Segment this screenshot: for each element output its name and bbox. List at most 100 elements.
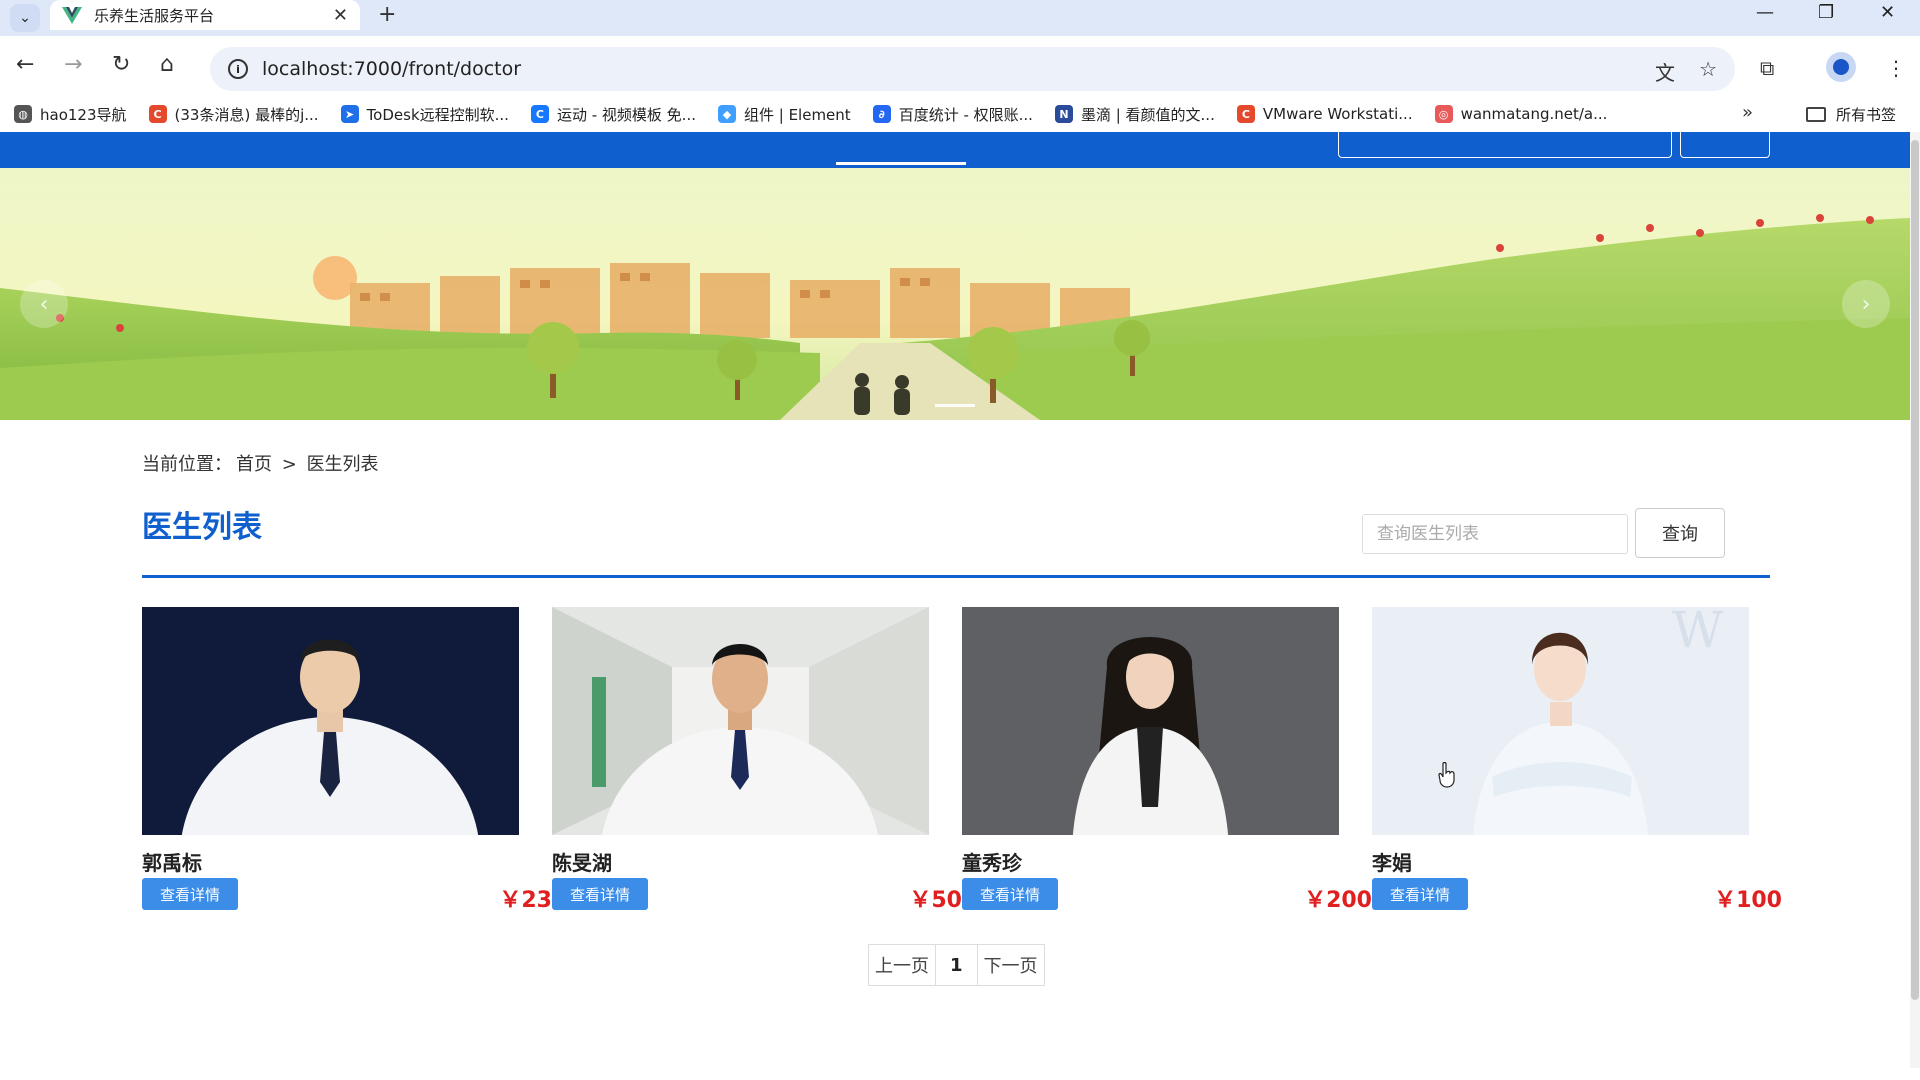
bookmark-item[interactable]: C (33条消息) 最棒的j... [148,104,319,125]
doctor-photo[interactable] [962,607,1339,835]
doctor-name: 陈旻湖 [552,851,612,875]
browser-tab-active[interactable]: 乐养生活服务平台 ✕ [50,0,360,30]
bookmark-label: ToDesk远程控制软... [366,105,509,124]
browser-toolbar: ← → ↻ ⌂ i localhost:7000/front/doctor 文 … [0,36,1920,96]
bookmark-label: wanmatang.net/a... [1460,105,1608,123]
tab-title: 乐养生活服务平台 [94,6,215,25]
banner-carousel[interactable]: ‹ › [0,168,1910,420]
doctor-card[interactable]: 童秀珍 查看详情 ￥200 [962,607,1372,927]
address-bar[interactable]: i localhost:7000/front/doctor 文 ☆ [210,47,1735,91]
bookmark-item[interactable]: ➤ ToDesk远程控制软... [340,104,509,125]
bookmark-label: 墨滴 | 看颜值的文... [1080,105,1215,124]
back-icon[interactable]: ← [16,52,34,77]
doctor-price: ￥50 [909,888,962,913]
page-title: 医生列表 [142,510,262,545]
doctor-search-input[interactable] [1362,514,1628,554]
tab-search-chevron-icon[interactable]: ⌄ [10,4,40,32]
translate-icon[interactable]: 文 [1655,57,1675,86]
breadcrumb-prefix: 当前位置： [142,454,232,475]
bookmark-label: (33条消息) 最棒的j... [174,105,319,124]
banner-landscape-image [0,168,1910,420]
pagination: 上一页 1 下一页 [868,944,1045,986]
wanmatang-icon: ◎ [1434,105,1453,123]
home-icon[interactable]: ⌂ [160,52,174,77]
current-page-number[interactable]: 1 [936,945,978,985]
doctor-photo[interactable] [142,607,519,835]
header-button[interactable] [1680,132,1770,158]
extensions-icon[interactable]: ⧉ [1760,56,1774,80]
all-bookmarks-label: 所有书签 [1836,106,1897,124]
view-details-button[interactable]: 查看详情 [552,878,648,910]
bookmark-label: 运动 - 视频模板 免... [556,105,696,124]
breadcrumb-home-link[interactable]: 首页 [236,454,272,475]
doctor-name: 郭禹标 [142,851,202,875]
doctor-card[interactable]: 陈旻湖 查看详情 ￥50 [552,607,962,927]
csdn-icon: C [1236,105,1255,123]
bookmark-label: VMware Workstati... [1262,105,1413,123]
bookmark-label: hao123导航 [40,105,127,124]
reload-icon[interactable]: ↻ [112,52,130,77]
window-close-icon[interactable]: ✕ [1880,2,1895,23]
bookmark-item[interactable]: ◎ wanmatang.net/a... [1434,105,1608,123]
next-page-button[interactable]: 下一页 [977,945,1044,985]
all-bookmarks-button[interactable]: 所有书签 [1806,104,1896,125]
site-info-icon[interactable]: i [228,59,248,79]
minimize-icon[interactable]: — [1756,2,1774,23]
bookmark-label: 组件 | Element [743,105,851,124]
address-url[interactable]: localhost:7000/front/doctor [262,58,521,80]
doctor-price: ￥200 [1304,888,1372,913]
svg-text:W: W [1672,607,1724,659]
bookmarks-bar: ◍ hao123导航 C (33条消息) 最棒的j... ➤ ToDesk远程控制软...… [0,96,1920,132]
doctor-price: ￥23 [499,888,552,913]
forward-icon[interactable]: → [64,52,82,77]
carousel-next-icon[interactable]: › [1842,280,1890,328]
bookmarks-overflow-icon[interactable]: » [1742,102,1753,123]
prev-page-button[interactable]: 上一页 [869,945,936,985]
bookmark-label: 百度统计 - 权限账... [898,105,1033,124]
bookmark-item[interactable]: ◍ hao123导航 [14,104,127,125]
page-viewport: ‹ › 当前位置：首页 > 医生列表 医生列表 查询 郭禹标 查看详情 ￥23 [0,132,1910,1068]
scrollbar-thumb[interactable] [1911,140,1919,1000]
element-icon: ◆ [717,105,736,123]
doctor-card[interactable]: W 李娟 查看详情 ￥100 [1372,607,1782,927]
bookmark-item[interactable]: C VMware Workstati... [1236,105,1413,123]
doctor-name: 李娟 [1372,851,1412,875]
doctor-photo[interactable]: W [1372,607,1749,835]
vue-logo-icon [62,7,82,24]
bookmark-star-icon[interactable]: ☆ [1699,57,1717,81]
search-button[interactable]: 查询 [1635,508,1725,558]
bookmark-item[interactable]: N 墨滴 | 看颜值的文... [1054,104,1215,125]
breadcrumb-separator: > [281,454,297,475]
header-search-box[interactable] [1338,132,1672,158]
doctor-price: ￥100 [1714,888,1782,913]
doctor-name: 童秀珍 [962,851,1022,875]
nav-active-indicator [836,162,966,165]
folder-icon [1806,107,1826,122]
new-tab-icon[interactable]: + [378,2,396,27]
doctor-card[interactable]: 郭禹标 查看详情 ￥23 [142,607,552,927]
view-details-button[interactable]: 查看详情 [1372,878,1468,910]
bookmark-item[interactable]: ∂ 百度统计 - 权限账... [872,104,1033,125]
title-divider [142,575,1770,578]
globe-icon: ◍ [14,105,32,123]
restore-icon[interactable]: ❐ [1818,2,1834,23]
todesk-icon: ➤ [340,105,359,123]
carousel-indicator[interactable] [935,404,975,407]
breadcrumb-current: 医生列表 [306,454,379,475]
baidu-tongji-icon: ∂ [872,105,891,123]
carousel-prev-icon[interactable]: ‹ [20,280,68,328]
csdn-icon: C [148,105,167,123]
modi-icon: N [1054,105,1073,123]
tab-close-icon[interactable]: ✕ [333,5,348,26]
c-icon: C [530,105,549,123]
doctor-card-list: 郭禹标 查看详情 ￥23 陈旻湖 查看详情 ￥50 童秀珍 查看详情 ￥200 … [142,607,1782,927]
browser-menu-icon[interactable]: ⋮ [1886,56,1906,80]
bookmark-item[interactable]: C 运动 - 视频模板 免... [530,104,696,125]
doctor-photo[interactable] [552,607,929,835]
profile-avatar-icon[interactable] [1826,52,1856,82]
view-details-button[interactable]: 查看详情 [142,878,238,910]
bookmark-item[interactable]: ◆ 组件 | Element [717,104,851,125]
breadcrumb: 当前位置： 首页 > 医生列表 [142,450,383,476]
site-header [0,132,1910,168]
view-details-button[interactable]: 查看详情 [962,878,1058,910]
